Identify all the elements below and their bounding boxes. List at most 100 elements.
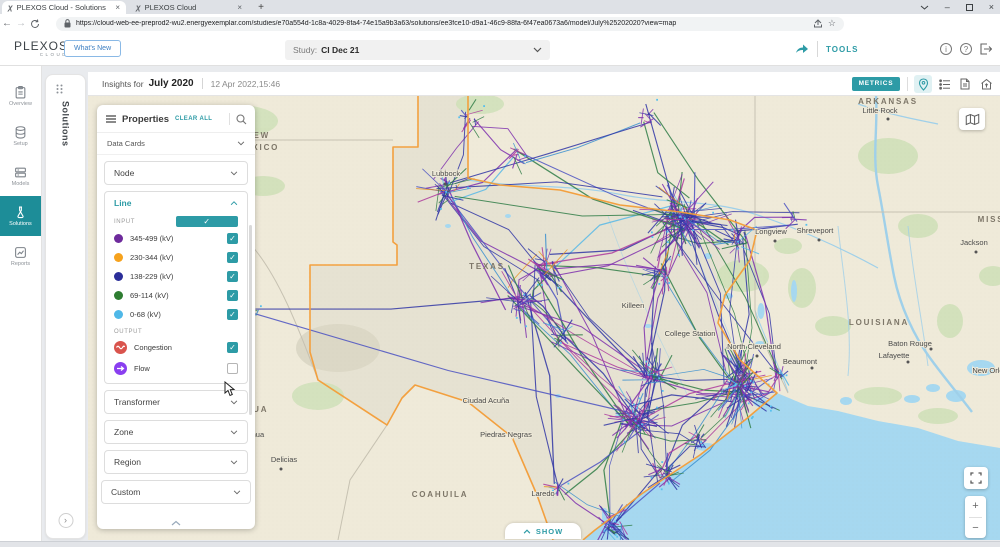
rail-expand-button[interactable]: ›	[58, 513, 73, 528]
card-zone: Zone	[104, 420, 248, 444]
card-zone-header[interactable]: Zone	[105, 421, 247, 443]
sidebar-item-models[interactable]: Models	[0, 156, 41, 196]
divider	[817, 41, 818, 57]
screen: χ PLEXOS Cloud - Solutions × χ PLEXOS Cl…	[0, 0, 1000, 547]
panel-title: Properties	[122, 113, 169, 125]
forward-icon[interactable]: →	[14, 18, 28, 29]
overview-icon	[15, 85, 26, 98]
legend-list-icon	[939, 78, 950, 90]
panel-scrollbar[interactable]	[249, 225, 252, 415]
show-label: SHOW	[535, 526, 564, 536]
help-icon[interactable]: ?	[960, 43, 972, 55]
row-checkbox[interactable]: ✓	[227, 309, 238, 320]
info-icon[interactable]: i	[940, 43, 952, 55]
card-line-header[interactable]: Line	[105, 192, 247, 214]
card-transformer-header[interactable]: Transformer	[105, 391, 247, 413]
logout-icon[interactable]	[979, 43, 992, 55]
export-home-toggle[interactable]	[977, 75, 995, 93]
tab-close-icon[interactable]: ×	[115, 3, 120, 12]
map-label-state: ARKANSAS	[858, 97, 918, 106]
bookmark-star-icon[interactable]: ☆	[828, 18, 836, 29]
chevron-down-icon	[230, 430, 238, 434]
map-pin-toggle[interactable]	[914, 75, 932, 93]
category-label: 69-114 (kV)	[130, 291, 169, 300]
card-label: Transformer	[114, 397, 160, 407]
metrics-button[interactable]: METRICS	[852, 77, 900, 91]
map-label-city: North Cleveland	[727, 342, 781, 351]
category-color-dot	[114, 253, 123, 262]
share-page-icon[interactable]	[813, 19, 823, 28]
sidebar-item-setup[interactable]: Setup	[0, 116, 41, 156]
chevron-down-icon	[233, 490, 241, 494]
tools-button[interactable]: TOOLS	[826, 45, 858, 54]
input-master-checkbox[interactable]: ✓	[176, 216, 238, 227]
card-label: Custom	[111, 487, 141, 497]
search-icon[interactable]	[236, 113, 247, 125]
back-icon[interactable]: ←	[0, 18, 14, 29]
city-dot	[817, 238, 821, 242]
new-tab-button[interactable]: +	[254, 1, 268, 14]
card-transformer: Transformer	[104, 390, 248, 414]
sidebar-item-solutions[interactable]: Solutions	[0, 196, 41, 236]
tab-close-icon[interactable]: ×	[237, 3, 242, 12]
window-minimize-icon[interactable]: –	[945, 2, 950, 12]
window-maximize-icon[interactable]	[965, 3, 973, 11]
sidebar-item-overview[interactable]: Overview	[0, 76, 41, 116]
map-label-city: Longview	[755, 227, 787, 236]
study-selector[interactable]: Study: CI Dec 21	[285, 40, 550, 60]
rail-title: Solutions	[60, 101, 71, 147]
window-close-icon[interactable]: ×	[989, 2, 994, 12]
show-panel-button[interactable]: SHOW	[505, 523, 581, 539]
browser-tab-active[interactable]: χ PLEXOS Cloud - Solutions ×	[2, 1, 126, 14]
card-custom: Custom	[101, 480, 251, 504]
row-checkbox[interactable]: ✓	[227, 233, 238, 244]
insights-bar: Insights for July 2020 12 Apr 2022,15:46…	[88, 72, 1000, 96]
clear-all-button[interactable]: CLEAR ALL	[175, 116, 212, 122]
nav-sidebar: Overview Setup Models Solutions Reports	[0, 66, 42, 541]
fullscreen-button[interactable]	[964, 467, 988, 489]
data-cards-dropdown[interactable]: Data Cards	[97, 133, 255, 155]
card-custom-header[interactable]: Custom	[102, 481, 250, 503]
window-restore-down-icon[interactable]	[920, 5, 929, 10]
row-checkbox[interactable]: ✓	[227, 342, 238, 353]
row-checkbox[interactable]: ✓	[227, 271, 238, 282]
browser-tab-inactive[interactable]: χ PLEXOS Cloud ×	[130, 1, 248, 14]
share-icon[interactable]	[795, 42, 809, 54]
whats-new-button[interactable]: What's New	[64, 40, 122, 57]
hamburger-icon[interactable]	[106, 115, 116, 123]
plexos-favicon-icon: χ	[136, 3, 141, 12]
city-dot	[773, 239, 777, 243]
collapse-chevron-icon[interactable]	[171, 520, 181, 526]
reload-icon[interactable]	[28, 18, 42, 29]
sidebar-item-reports[interactable]: Reports	[0, 236, 41, 276]
output-label: Flow	[134, 364, 150, 373]
report-file-toggle[interactable]	[956, 75, 974, 93]
map-label-state: COAHUILA	[412, 490, 469, 499]
card-line: Line INPUT ✓ 345-499 (kV) ✓ 230-344 (kV) ✓ 1…	[104, 191, 248, 384]
category-label: 230-344 (kV)	[130, 253, 174, 262]
row-checkbox[interactable]	[227, 363, 238, 374]
map-style-button[interactable]	[959, 108, 985, 130]
zoom-in-button[interactable]: +	[965, 496, 986, 517]
category-label: 138-229 (kV)	[130, 272, 174, 281]
card-region-header[interactable]: Region	[105, 451, 247, 473]
card-node-header[interactable]: Node	[105, 162, 247, 184]
line-category-row: 230-344 (kV) ✓	[105, 248, 247, 267]
zoom-out-button[interactable]: −	[965, 518, 986, 539]
legend-list-toggle[interactable]	[936, 75, 954, 93]
category-color-dot	[114, 272, 123, 281]
row-checkbox[interactable]: ✓	[227, 290, 238, 301]
drag-grid-icon[interactable]	[55, 84, 65, 94]
map-label-city: Baton Rouge	[888, 339, 932, 348]
plexos-logo: PLEXOS CLOUD	[14, 39, 69, 57]
address-bar[interactable]: https://cloud-web-ee-preprod2-wu2.energy…	[56, 16, 844, 31]
category-color-dot	[114, 234, 123, 243]
map-layers-icon	[965, 113, 979, 125]
map-label-city: Killeen	[622, 301, 645, 310]
city-dot	[810, 366, 814, 370]
chevron-down-icon	[237, 141, 245, 146]
insights-title: Insights for July 2020 12 Apr 2022,15:46	[102, 78, 281, 89]
card-label: Line	[114, 198, 132, 208]
row-checkbox[interactable]: ✓	[227, 252, 238, 263]
map-label-city: New Orleans	[972, 366, 1000, 375]
